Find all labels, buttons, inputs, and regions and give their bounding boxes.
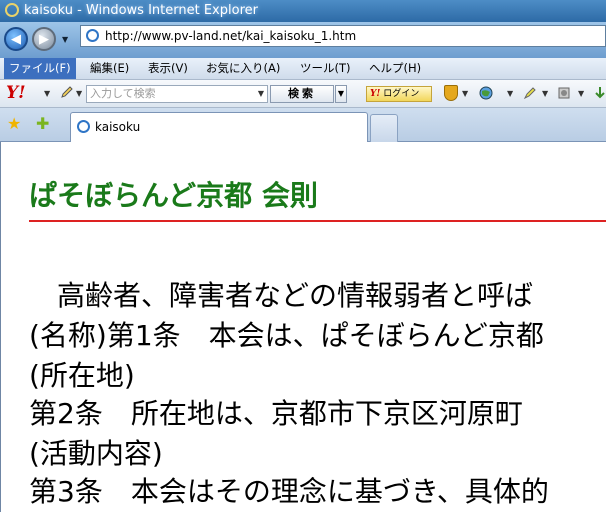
pencil-icon[interactable] [60,85,74,99]
page-content: ぱそぼらんど京都 会則 高齢者、障害者などの情報弱者と呼ば (名称)第1条 本会… [0,142,606,512]
url-text[interactable]: http://www.pv-land.net/kai_kaisoku_1.htm [105,28,356,44]
body-line-article3: 第3条 本会はその理念に基づき、具体的 [29,475,549,508]
arrow-right-icon: ▶ [39,32,49,47]
tab-bar: ★ ✚ kaisoku [0,108,606,142]
heading-divider [29,220,606,222]
yahoo-menu-dropdown[interactable]: ▼ [44,89,50,98]
yahoo-toolbar: Y! ▼ ▼ 入力して検索 ▼ 検索 ▼ Y! ログイン ▼ ▼ ▼ ▼ [0,80,606,108]
forward-button[interactable]: ▶ [32,27,56,51]
tools-icon[interactable] [556,85,572,101]
tools-dropdown[interactable]: ▼ [578,89,584,98]
body-line-intro: 高齢者、障害者などの情報弱者と呼ば [29,279,534,312]
menu-help[interactable]: ヘルプ(H) [364,58,426,79]
yahoo-small-logo: Y! [370,89,381,99]
globe-icon[interactable] [478,85,494,101]
tab-label: kaisoku [95,120,141,134]
recent-pages-dropdown[interactable]: ▼ [62,35,68,44]
tab-page-icon [77,120,90,133]
ie-logo-icon [5,3,19,17]
search-options-dropdown[interactable]: ▼ [335,85,347,103]
menu-view[interactable]: 表示(V) [143,58,193,79]
login-button[interactable]: Y! ログイン [366,86,432,102]
page-heading: ぱそぼらんど京都 会則 [29,179,318,212]
menu-bar: ファイル(F) 編集(E) 表示(V) お気に入り(A) ツール(T) ヘルプ(… [0,58,606,80]
back-button[interactable]: ◀ [4,27,28,51]
shield-icon[interactable] [444,85,458,101]
address-bar[interactable]: http://www.pv-land.net/kai_kaisoku_1.htm [80,25,606,47]
window-title: kaisoku - Windows Internet Explorer [24,3,258,18]
menu-file[interactable]: ファイル(F) [4,58,76,79]
menu-tools[interactable]: ツール(T) [295,58,356,79]
highlighter-dropdown[interactable]: ▼ [542,89,548,98]
globe-dropdown[interactable]: ▼ [507,89,513,98]
search-history-dropdown[interactable]: ▼ [258,89,264,98]
search-button[interactable]: 検索 [270,85,334,103]
tab-kaisoku[interactable]: kaisoku [70,112,368,142]
body-line-activity-heading: (活動内容) [29,437,163,470]
menu-edit[interactable]: 編集(E) [85,58,134,79]
navigation-bar: ◀ ▶ ▼ http://www.pv-land.net/kai_kaisoku… [0,22,606,58]
search-input[interactable]: 入力して検索 ▼ [86,85,268,103]
highlighter-icon[interactable] [522,85,538,101]
menu-favorites[interactable]: お気に入り(A) [201,58,285,79]
shield-dropdown[interactable]: ▼ [462,89,468,98]
new-tab-button[interactable] [370,114,398,142]
window-titlebar: kaisoku - Windows Internet Explorer [0,0,606,22]
yahoo-logo-icon[interactable]: Y! [6,83,26,103]
page-icon [86,29,99,42]
body-line-article1: (名称)第1条 本会は、ぱそぼらんど京都 [29,319,544,352]
search-placeholder: 入力して検索 [90,87,156,100]
login-label: ログイン [383,89,420,99]
body-line-location-heading: (所在地) [29,359,135,392]
pencil-dropdown[interactable]: ▼ [76,89,82,98]
arrow-left-icon: ◀ [11,32,21,47]
favorites-star-icon[interactable]: ★ [7,115,21,133]
download-arrow-icon[interactable] [592,85,606,101]
body-line-article2: 第2条 所在地は、京都市下京区河原町 [29,397,523,430]
add-favorites-icon[interactable]: ✚ [36,115,49,133]
